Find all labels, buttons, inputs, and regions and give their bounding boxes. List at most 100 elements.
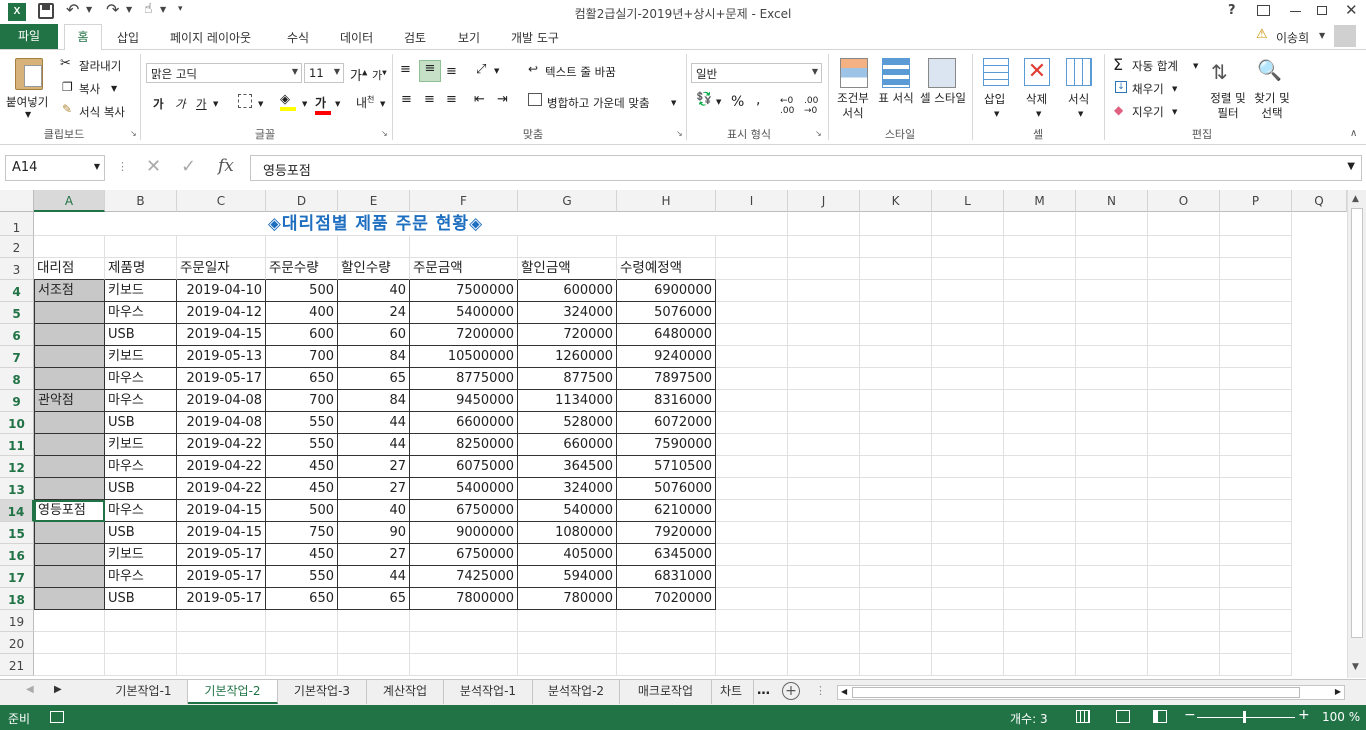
- table-format-icon[interactable]: [882, 58, 910, 88]
- cell[interactable]: [617, 632, 716, 654]
- format-dropdown-icon[interactable]: ▼: [1078, 110, 1083, 118]
- row-header[interactable]: 15: [0, 522, 34, 544]
- data-cell[interactable]: 27: [338, 456, 410, 478]
- data-cell[interactable]: 키보드: [105, 434, 177, 456]
- data-cell[interactable]: 키보드: [105, 280, 177, 302]
- row-header[interactable]: 18: [0, 588, 34, 610]
- cell[interactable]: [1004, 302, 1076, 324]
- sheet-tab[interactable]: 계산작업: [367, 680, 444, 704]
- data-cell[interactable]: 750: [266, 522, 338, 544]
- cell[interactable]: [716, 324, 788, 346]
- data-cell[interactable]: 2019-04-22: [177, 478, 266, 500]
- borders-dropdown-icon[interactable]: ▼: [258, 100, 263, 108]
- tab-formulas[interactable]: 수식: [287, 29, 309, 46]
- cell[interactable]: [1004, 500, 1076, 522]
- data-cell[interactable]: 650: [266, 588, 338, 610]
- tab-split-icon[interactable]: ⋮: [815, 684, 826, 697]
- tab-page-layout[interactable]: 페이지 레이아웃: [170, 29, 251, 46]
- comma-icon[interactable]: ,: [756, 92, 760, 108]
- increase-decimal-icon[interactable]: ←0.00: [780, 96, 794, 116]
- data-cell[interactable]: 324000: [518, 302, 617, 324]
- worksheet-grid[interactable]: ABCDEFGHIJKLMNOPQ 1 2 3 4 5 6 7 8 9 10 11 12 13 14 15 1…: [0, 190, 1366, 678]
- row-header[interactable]: 6: [0, 324, 34, 346]
- cell[interactable]: [1220, 544, 1292, 566]
- cell[interactable]: [1076, 324, 1148, 346]
- cell[interactable]: [177, 610, 266, 632]
- accounting-dropdown-icon[interactable]: ▼: [716, 98, 721, 106]
- cell[interactable]: [860, 368, 932, 390]
- copy-dropdown-icon[interactable]: ▼: [111, 84, 117, 93]
- cell[interactable]: [1220, 212, 1292, 236]
- data-cell[interactable]: 324000: [518, 478, 617, 500]
- cell[interactable]: [518, 610, 617, 632]
- cell[interactable]: [788, 258, 860, 280]
- number-launcher-icon[interactable]: ↘: [815, 129, 822, 138]
- cell[interactable]: [1004, 522, 1076, 544]
- prev-sheet-icon[interactable]: ◀: [26, 684, 34, 695]
- data-cell[interactable]: 2019-05-13: [177, 346, 266, 368]
- cell[interactable]: [860, 324, 932, 346]
- column-header-e[interactable]: E: [338, 190, 410, 212]
- data-cell[interactable]: 90: [338, 522, 410, 544]
- data-cell[interactable]: 780000: [518, 588, 617, 610]
- new-sheet-icon[interactable]: +: [782, 682, 800, 700]
- cell[interactable]: [1004, 368, 1076, 390]
- cell[interactable]: [932, 280, 1004, 302]
- cell[interactable]: [266, 654, 338, 676]
- cell[interactable]: [716, 390, 788, 412]
- cell[interactable]: [338, 236, 410, 258]
- cell[interactable]: [266, 236, 338, 258]
- data-cell[interactable]: 7800000: [410, 588, 518, 610]
- column-header-c[interactable]: C: [177, 190, 266, 212]
- clear-dropdown-icon[interactable]: ▼: [1172, 108, 1177, 116]
- alignment-launcher-icon[interactable]: ↘: [676, 129, 683, 138]
- tab-file[interactable]: 파일: [0, 24, 58, 49]
- cell[interactable]: [788, 478, 860, 500]
- data-cell[interactable]: 마우스: [105, 500, 177, 522]
- cell[interactable]: [34, 610, 105, 632]
- row-header[interactable]: 19: [0, 610, 34, 632]
- data-cell[interactable]: 2019-04-10: [177, 280, 266, 302]
- cell[interactable]: [788, 368, 860, 390]
- insert-function-icon[interactable]: fx: [218, 156, 234, 176]
- cell[interactable]: [788, 632, 860, 654]
- cell[interactable]: [1220, 324, 1292, 346]
- table-format-button[interactable]: 표 서식: [878, 91, 914, 106]
- cell[interactable]: [1148, 632, 1220, 654]
- data-cell[interactable]: 600000: [518, 280, 617, 302]
- cell[interactable]: [1148, 346, 1220, 368]
- cell[interactable]: [1148, 588, 1220, 610]
- restore-icon[interactable]: [1317, 6, 1327, 15]
- cell[interactable]: [1220, 390, 1292, 412]
- cell[interactable]: [177, 654, 266, 676]
- h-scroll-thumb[interactable]: [852, 687, 1300, 698]
- cell[interactable]: [788, 390, 860, 412]
- cell[interactable]: [1076, 390, 1148, 412]
- data-cell[interactable]: 2019-04-22: [177, 434, 266, 456]
- cell[interactable]: [860, 258, 932, 280]
- cell[interactable]: [1004, 654, 1076, 676]
- tab-review[interactable]: 검토: [404, 29, 426, 46]
- cell[interactable]: [34, 632, 105, 654]
- page-layout-view-icon[interactable]: [1116, 710, 1130, 723]
- data-cell[interactable]: 65: [338, 368, 410, 390]
- data-cell[interactable]: 2019-05-17: [177, 566, 266, 588]
- number-format-select[interactable]: 일반 ▼: [691, 63, 822, 83]
- data-cell[interactable]: 마우스: [105, 390, 177, 412]
- store-cell[interactable]: [34, 588, 105, 610]
- cell[interactable]: [860, 412, 932, 434]
- cell[interactable]: [932, 610, 1004, 632]
- cell[interactable]: [1220, 412, 1292, 434]
- underline-button[interactable]: 가: [196, 96, 207, 112]
- cell[interactable]: [1004, 566, 1076, 588]
- sheet-tab[interactable]: 기본작업-2: [188, 680, 278, 704]
- cell[interactable]: [860, 610, 932, 632]
- cell[interactable]: [1220, 280, 1292, 302]
- cell[interactable]: [1076, 500, 1148, 522]
- column-header-l[interactable]: L: [932, 190, 1004, 212]
- data-cell[interactable]: 7200000: [410, 324, 518, 346]
- close-icon[interactable]: ✕: [1345, 1, 1358, 19]
- cell[interactable]: [1148, 390, 1220, 412]
- cell[interactable]: [1220, 478, 1292, 500]
- sheet-tab[interactable]: 기본작업-3: [278, 680, 367, 704]
